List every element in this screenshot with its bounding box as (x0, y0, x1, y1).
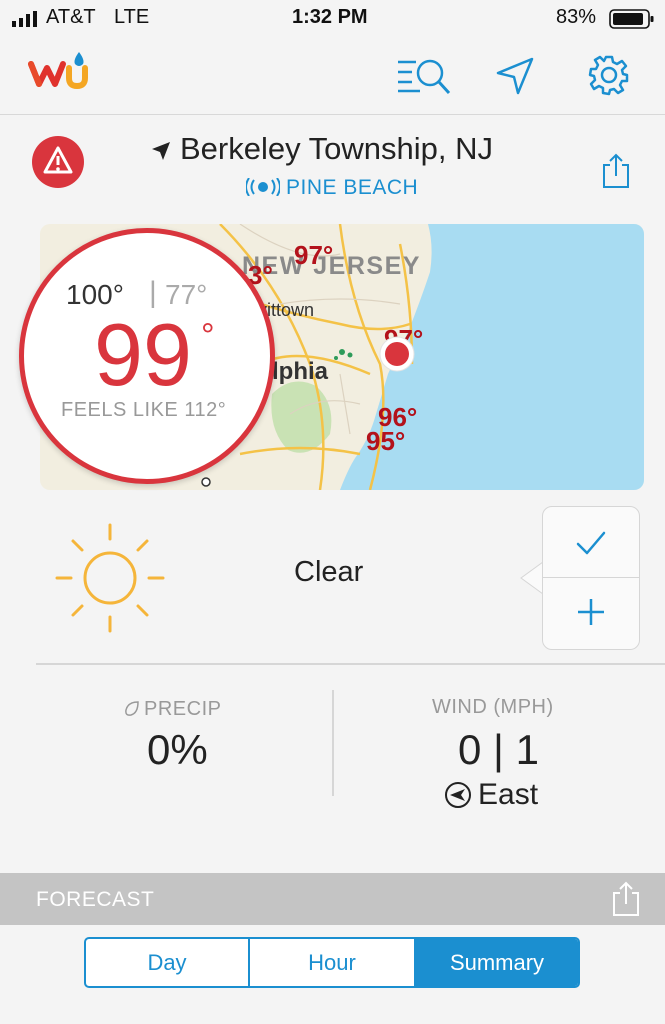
battery-percent: 83% (556, 6, 597, 28)
gear-icon[interactable] (588, 54, 630, 96)
share-icon[interactable] (601, 152, 631, 190)
carrier-text: AT&T (46, 6, 96, 28)
network-text: LTE (114, 6, 150, 28)
precip-label: PRECIP (144, 698, 222, 720)
forecast-segmented-control: Day Hour Summary (84, 937, 580, 988)
map-temp-label[interactable]: 95° (366, 426, 405, 457)
station-broadcast-icon (246, 178, 280, 196)
status-time: 1:32 PM (292, 6, 368, 28)
location-arrow-icon[interactable] (495, 56, 535, 96)
location-pin-icon[interactable] (378, 335, 416, 373)
location-pointer-icon (152, 142, 170, 160)
current-temp-degree: ° (201, 317, 215, 355)
stats-divider (332, 690, 334, 796)
callout-pointer (520, 562, 544, 594)
forecast-label: FORECAST (36, 888, 155, 911)
tab-day[interactable]: Day (86, 939, 250, 986)
wind-label: WIND (MPH) (432, 696, 554, 718)
location-name[interactable]: Berkeley Township, NJ (180, 131, 493, 167)
forecast-header: FORECAST (0, 873, 665, 925)
section-divider (36, 663, 665, 665)
panel-divider (543, 577, 639, 578)
search-list-icon[interactable] (396, 56, 452, 96)
current-temp-circle[interactable]: 100° | 77° 99 ° FEELS LIKE 112° (19, 228, 275, 484)
precip-value: 0% (147, 726, 208, 773)
forecast-share-icon[interactable] (612, 880, 640, 918)
wind-value: 0 | 1 (458, 726, 539, 773)
map-city-label: lphia (272, 358, 329, 385)
checkmark-icon[interactable] (575, 529, 607, 557)
plus-icon[interactable] (576, 597, 606, 627)
wind-direction-icon (445, 782, 471, 808)
current-temp: 99 (94, 305, 192, 404)
wind-direction: East (478, 778, 539, 811)
condition-feedback-panel (542, 506, 640, 650)
alert-icon[interactable] (30, 136, 86, 188)
tab-summary[interactable]: Summary (416, 939, 578, 986)
signal-icon (12, 11, 37, 27)
feels-like: FEELS LIKE 112° (61, 399, 227, 421)
sun-icon (55, 523, 165, 633)
wu-logo[interactable] (27, 50, 93, 94)
condition-text: Clear (294, 556, 364, 588)
station-name[interactable]: PINE BEACH (286, 176, 418, 200)
map-marker-icon (201, 477, 211, 487)
tab-hour[interactable]: Hour (250, 939, 416, 986)
map-temp-label[interactable]: 97° (294, 240, 333, 271)
raindrop-icon (125, 701, 139, 716)
status-bar: AT&T LTE 1:32 PM 83% (0, 0, 665, 36)
battery-icon (609, 9, 654, 29)
app-header (0, 36, 665, 115)
